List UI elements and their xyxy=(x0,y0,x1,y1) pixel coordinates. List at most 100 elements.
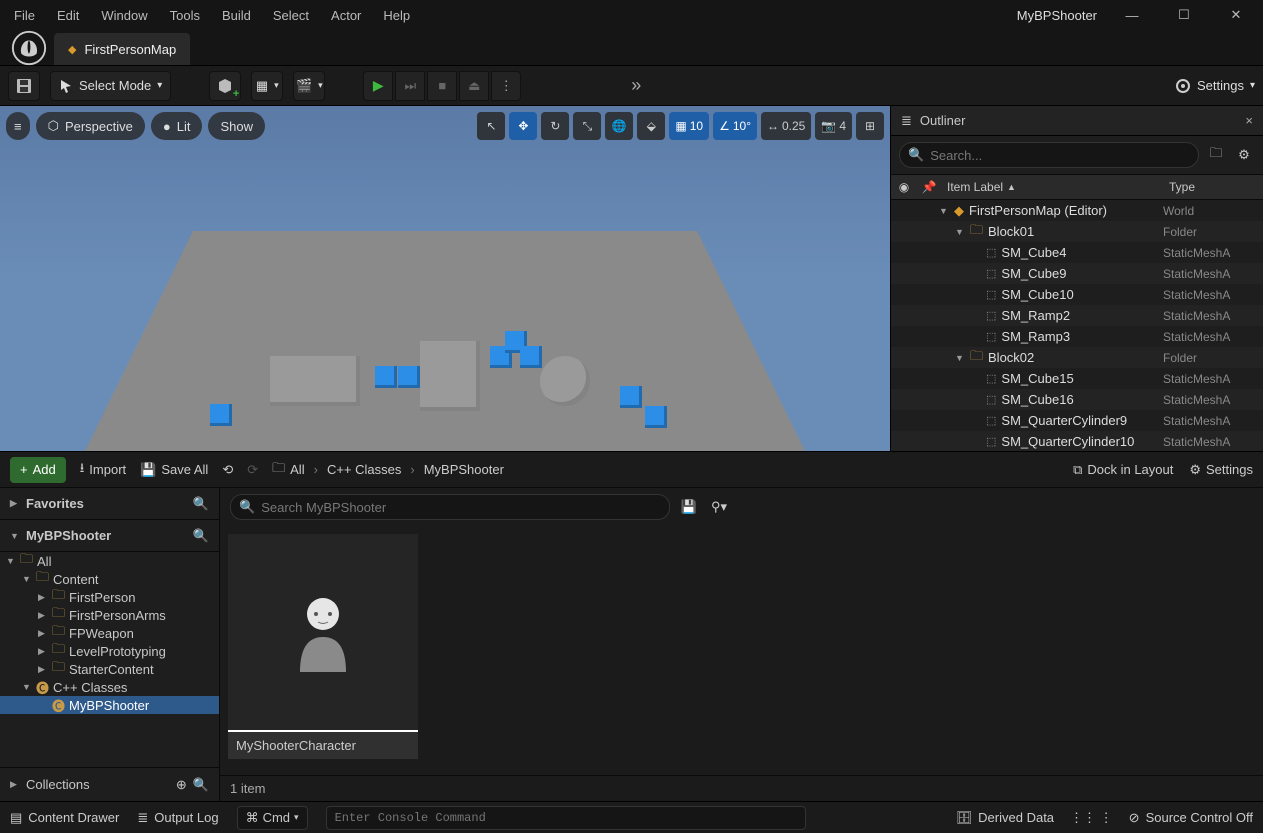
stop-button[interactable]: ■ xyxy=(427,71,457,101)
outliner-tree[interactable]: ▼◆FirstPersonMap (Editor)World▼🗀Block01F… xyxy=(891,200,1263,451)
breadcrumb-proj[interactable]: MyBPShooter xyxy=(424,462,504,477)
save-filter-button[interactable]: 💾 xyxy=(678,496,700,518)
filter-button[interactable]: ⚲▾ xyxy=(708,496,730,518)
outliner-search-input[interactable]: 🔍 Search... xyxy=(899,142,1199,168)
scale-tool-button[interactable]: ⤡ xyxy=(573,112,601,140)
menu-build[interactable]: Build xyxy=(222,8,251,23)
history-back-button[interactable]: ⟲ xyxy=(222,462,233,478)
eject-button[interactable]: ⏏ xyxy=(459,71,489,101)
search-icon[interactable]: 🔍 xyxy=(193,528,209,544)
folder-tree-item[interactable]: ▶🗀FirstPersonArms xyxy=(0,606,219,624)
folder-tree-item[interactable]: ▶🗀FPWeapon xyxy=(0,624,219,642)
window-close-button[interactable]: ✕ xyxy=(1219,0,1253,30)
folder-tree-item[interactable]: ▶🗀LevelPrototyping xyxy=(0,642,219,660)
show-button[interactable]: Show xyxy=(208,112,265,140)
outliner-row[interactable]: ▼🗀Block02Folder xyxy=(891,347,1263,368)
breadcrumb-all[interactable]: All xyxy=(290,462,304,477)
window-maximize-button[interactable]: ☐ xyxy=(1167,0,1201,30)
dock-button[interactable]: ⧉Dock in Layout xyxy=(1073,462,1173,478)
blueprint-button[interactable]: ▦▾ xyxy=(251,71,283,101)
derived-data-button[interactable]: 🗄Derived Data xyxy=(956,810,1054,826)
outliner-row[interactable]: ⬚SM_Cube9StaticMeshA xyxy=(891,263,1263,284)
perspective-button[interactable]: ⬡Perspective xyxy=(36,112,145,140)
folder-tree-item[interactable]: 🅒MyBPShooter xyxy=(0,696,219,714)
save-button[interactable] xyxy=(8,71,40,101)
type-column[interactable]: Type xyxy=(1163,180,1263,194)
outliner-settings-button[interactable]: ⚙ xyxy=(1233,144,1255,166)
source-control-button[interactable]: ⊘Source Control Off xyxy=(1129,810,1253,826)
surface-snap-button[interactable]: ⬙ xyxy=(637,112,665,140)
outliner-row[interactable]: ⬚SM_Ramp3StaticMeshA xyxy=(891,326,1263,347)
add-collection-button[interactable]: ⊕ xyxy=(176,777,187,793)
outliner-row[interactable]: ▼🗀Block01Folder xyxy=(891,221,1263,242)
search-icon[interactable]: 🔍 xyxy=(193,777,209,793)
play-button[interactable]: ▶ xyxy=(363,71,393,101)
menu-tools[interactable]: Tools xyxy=(170,8,200,23)
collections-section[interactable]: ▶Collections⊕🔍 xyxy=(0,767,219,801)
menu-select[interactable]: Select xyxy=(273,8,309,23)
translate-tool-button[interactable]: ✥ xyxy=(509,112,537,140)
asset-myshootercharacter[interactable]: MyShooterCharacter xyxy=(228,534,418,759)
lit-button[interactable]: ●Lit xyxy=(151,112,203,140)
skip-button[interactable]: ⏭ xyxy=(395,71,425,101)
outliner-row[interactable]: ⬚SM_Cube10StaticMeshA xyxy=(891,284,1263,305)
overflow-button[interactable]: » xyxy=(631,75,641,96)
cmd-type-select[interactable]: ⌘Cmd ▾ xyxy=(237,806,308,830)
grid-snap-button[interactable]: ▦ 10 xyxy=(669,112,709,140)
outliner-tab[interactable]: ≣ Outliner × xyxy=(891,106,1263,136)
cb-settings-button[interactable]: ⚙Settings xyxy=(1189,462,1253,478)
outliner-row[interactable]: ⬚SM_Cube15StaticMeshA xyxy=(891,368,1263,389)
pin-column[interactable]: 📌 xyxy=(917,180,941,194)
content-drawer-button[interactable]: ▤Content Drawer xyxy=(10,810,119,826)
window-minimize-button[interactable]: — xyxy=(1115,0,1149,30)
settings-button[interactable]: Settings xyxy=(1197,78,1244,93)
search-icon[interactable]: 🔍 xyxy=(193,496,209,512)
menu-edit[interactable]: Edit xyxy=(57,8,79,23)
menu-help[interactable]: Help xyxy=(383,8,410,23)
project-section[interactable]: ▼MyBPShooter🔍 xyxy=(0,520,219,552)
breadcrumb-cpp[interactable]: C++ Classes xyxy=(327,462,401,477)
outliner-row[interactable]: ▼◆FirstPersonMap (Editor)World xyxy=(891,200,1263,221)
favorites-section[interactable]: ▶Favorites🔍 xyxy=(0,488,219,520)
output-log-button[interactable]: ≣Output Log xyxy=(137,810,218,826)
outliner-row[interactable]: ⬚SM_QuarterCylinder9StaticMeshA xyxy=(891,410,1263,431)
item-label-column[interactable]: Item Label ▲ xyxy=(941,180,1163,194)
folder-tree-item[interactable]: ▼🅒C++ Classes xyxy=(0,678,219,696)
angle-snap-button[interactable]: ∠ 10° xyxy=(713,112,757,140)
menu-window[interactable]: Window xyxy=(101,8,147,23)
folder-tree-item[interactable]: ▶🗀StarterContent xyxy=(0,660,219,678)
add-button[interactable]: +Add xyxy=(10,457,66,483)
outliner-row[interactable]: ⬚SM_Cube16StaticMeshA xyxy=(891,389,1263,410)
menu-file[interactable]: File xyxy=(14,8,35,23)
mode-select-button[interactable]: Select Mode ▾ xyxy=(50,71,171,101)
folder-tree[interactable]: ▼🗀All▼🗀Content▶🗀FirstPerson▶🗀FirstPerson… xyxy=(0,552,219,767)
folder-tree-item[interactable]: ▼🗀Content xyxy=(0,570,219,588)
menu-actor[interactable]: Actor xyxy=(331,8,361,23)
cinematics-button[interactable]: 🎬▾ xyxy=(293,71,325,101)
close-icon[interactable]: × xyxy=(1245,113,1253,128)
level-viewport[interactable]: ≡ ⬡Perspective ●Lit Show ↖ ✥ ↻ ⤡ 🌐 ⬙ ▦ 1… xyxy=(0,106,890,451)
visibility-column[interactable]: ◉ xyxy=(891,180,917,194)
rotate-tool-button[interactable]: ↻ xyxy=(541,112,569,140)
asset-grid[interactable]: MyShooterCharacter xyxy=(220,526,1263,775)
folder-tree-item[interactable]: ▼🗀All xyxy=(0,552,219,570)
add-content-button[interactable]: + xyxy=(209,71,241,101)
folder-add-button[interactable]: 🗀 xyxy=(1205,144,1227,166)
folder-tree-item[interactable]: ▶🗀FirstPerson xyxy=(0,588,219,606)
save-all-button[interactable]: 💾Save All xyxy=(140,462,208,478)
console-input[interactable] xyxy=(326,806,806,830)
content-search-input[interactable]: 🔍 Search MyBPShooter xyxy=(230,494,670,520)
camera-speed-button[interactable]: 📷 4 xyxy=(815,112,852,140)
outliner-row[interactable]: ⬚SM_Ramp2StaticMeshA xyxy=(891,305,1263,326)
scale-snap-button[interactable]: ↔ 0.25 xyxy=(761,112,811,140)
play-options-button[interactable]: ⋮ xyxy=(491,71,521,101)
outliner-row[interactable]: ⬚SM_QuarterCylinder10StaticMeshA xyxy=(891,431,1263,451)
viewport-layout-button[interactable]: ⊞ xyxy=(856,112,884,140)
overflow-button[interactable]: ⋮⋮ ⋮ xyxy=(1070,810,1113,826)
import-button[interactable]: ⭳Import xyxy=(80,459,126,481)
world-local-button[interactable]: 🌐 xyxy=(605,112,633,140)
outliner-row[interactable]: ⬚SM_Cube4StaticMeshA xyxy=(891,242,1263,263)
select-tool-button[interactable]: ↖ xyxy=(477,112,505,140)
tab-firstpersonmap[interactable]: ◆ FirstPersonMap xyxy=(54,33,190,65)
history-fwd-button[interactable]: ⟳ xyxy=(247,462,258,478)
